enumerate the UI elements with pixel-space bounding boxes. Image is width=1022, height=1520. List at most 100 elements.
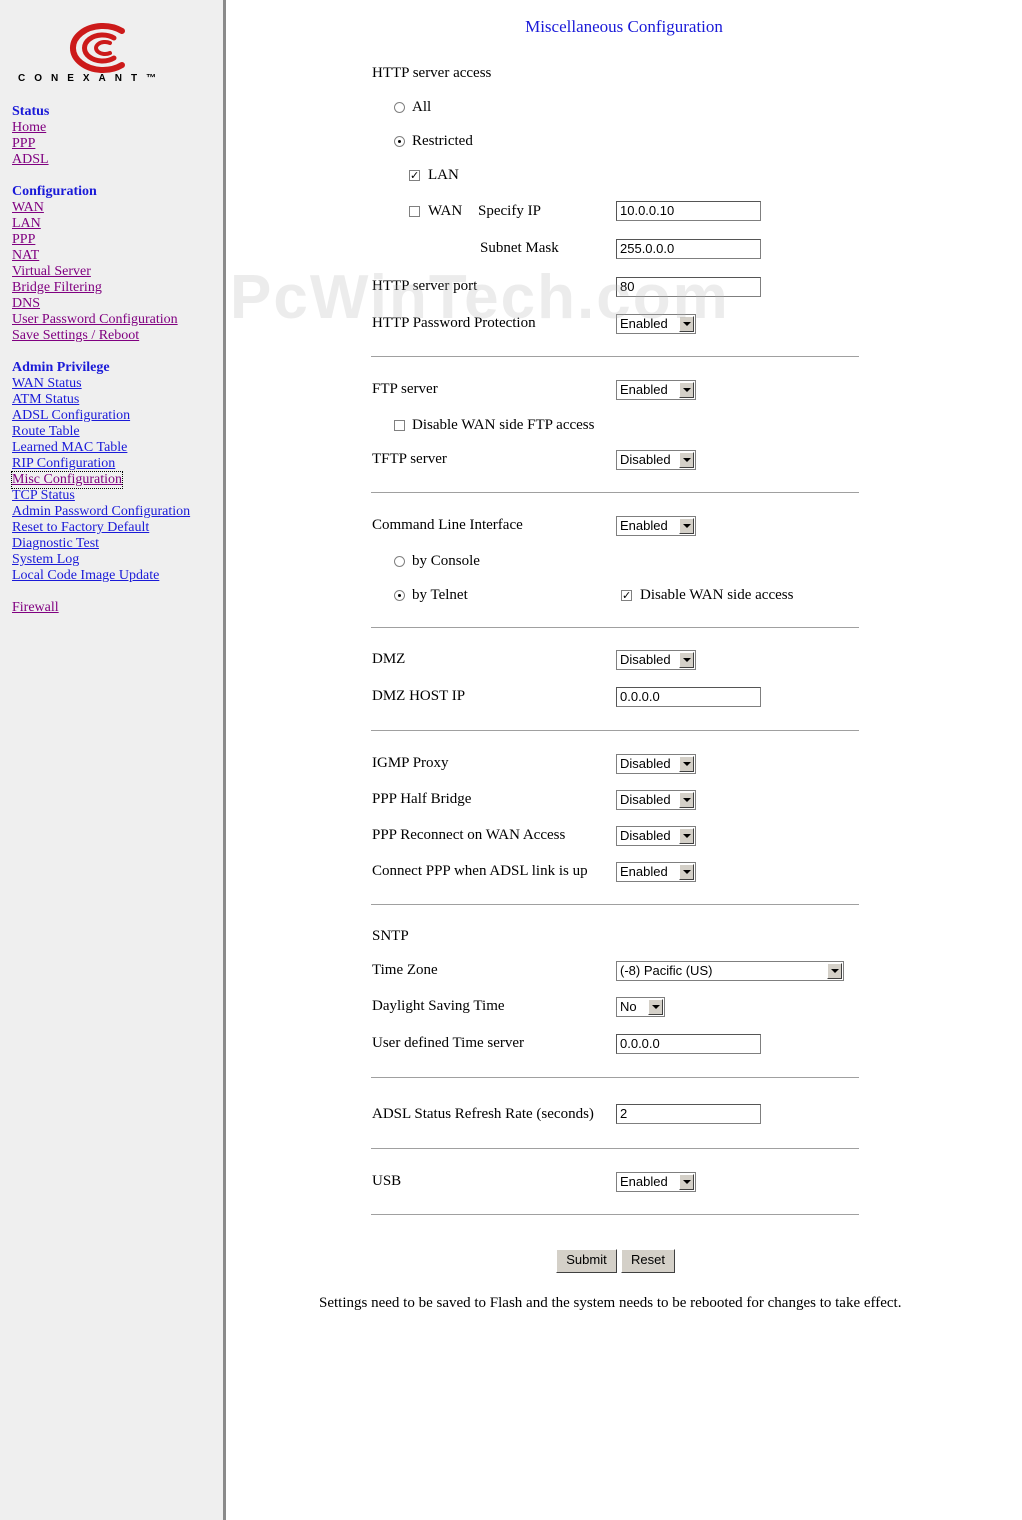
time-server-input[interactable]: 0.0.0.0: [616, 1034, 761, 1054]
chevron-down-icon: [679, 828, 694, 844]
dmz-select[interactable]: Disabled: [616, 650, 696, 670]
tftp-server-value: Disabled: [620, 452, 671, 467]
dmz-host-ip-label: DMZ HOST IP: [372, 688, 466, 704]
nav-link-ppp[interactable]: PPP: [12, 232, 178, 248]
brand-logo-text: CONEXANT™: [18, 73, 166, 84]
specify-ip-input[interactable]: 10.0.0.10: [616, 201, 761, 221]
nav-link-wan-status[interactable]: WAN Status: [12, 376, 190, 392]
cli-disable-wan-label: Disable WAN side access: [640, 587, 794, 603]
nav-link-misc-configuration[interactable]: Misc Configuration: [10, 471, 124, 489]
ppp-half-bridge-select[interactable]: Disabled: [616, 790, 696, 810]
connect-ppp-label: Connect PPP when ADSL link is up: [372, 863, 588, 879]
cli-telnet-radio[interactable]: [394, 590, 405, 601]
chevron-down-icon: [679, 382, 694, 398]
timezone-label: Time Zone: [372, 962, 438, 978]
ppp-half-bridge-value: Disabled: [620, 792, 671, 807]
http-access-label: HTTP server access: [372, 65, 492, 81]
adsl-refresh-input[interactable]: 2: [616, 1104, 761, 1124]
ppp-half-bridge-label: PPP Half Bridge: [372, 791, 472, 807]
nav-link-admin-password[interactable]: Admin Password Configuration: [12, 504, 190, 520]
admin-nav: Admin Privilege WAN Status ATM Status AD…: [10, 360, 190, 584]
http-access-all-label: All: [412, 99, 432, 115]
nav-link-home[interactable]: Home: [12, 120, 49, 136]
reset-button[interactable]: Reset: [621, 1249, 675, 1273]
ftp-server-label: FTP server: [372, 381, 438, 397]
cli-console-label: by Console: [412, 553, 480, 569]
nav-link-atm-status[interactable]: ATM Status: [12, 392, 190, 408]
chevron-down-icon: [679, 756, 694, 772]
nav-link-diagnostic-test[interactable]: Diagnostic Test: [12, 536, 190, 552]
tftp-server-label: TFTP server: [372, 451, 447, 467]
nav-link-nat[interactable]: NAT: [12, 248, 178, 264]
ppp-reconnect-label: PPP Reconnect on WAN Access: [372, 827, 566, 843]
usb-select[interactable]: Enabled: [616, 1172, 696, 1192]
usb-label: USB: [372, 1173, 402, 1189]
http-lan-checkbox[interactable]: ✓: [409, 170, 420, 181]
chevron-down-icon: [679, 864, 694, 880]
nav-link-rip-configuration[interactable]: RIP Configuration: [12, 456, 190, 472]
nav-link-lan[interactable]: LAN: [12, 216, 178, 232]
nav-link-learned-mac-table[interactable]: Learned MAC Table: [12, 440, 190, 456]
watermark: PcWinTech.com: [230, 263, 730, 332]
http-wan-checkbox[interactable]: [409, 206, 420, 217]
dmz-label: DMZ: [372, 651, 406, 667]
subnet-mask-input[interactable]: 255.0.0.0: [616, 239, 761, 259]
divider: [371, 1077, 859, 1079]
http-access-restricted-label: Restricted: [412, 133, 473, 149]
cli-disable-wan-checkbox[interactable]: ✓: [621, 590, 632, 601]
divider: [371, 356, 859, 358]
http-access-restricted-radio[interactable]: [394, 136, 405, 147]
nav-link-adsl-configuration[interactable]: ADSL Configuration: [12, 408, 190, 424]
chevron-down-icon: [679, 518, 694, 534]
specify-ip-label: Specify IP: [478, 203, 541, 219]
igmp-proxy-select[interactable]: Disabled: [616, 754, 696, 774]
nav-link-firewall[interactable]: Firewall: [12, 600, 59, 616]
status-heading: Status: [12, 104, 50, 119]
ftp-server-select[interactable]: Enabled: [616, 380, 696, 400]
divider: [371, 1148, 859, 1150]
sntp-label: SNTP: [372, 928, 409, 944]
http-access-all-radio[interactable]: [394, 102, 405, 113]
submit-button[interactable]: Submit: [556, 1249, 617, 1273]
cli-console-radio[interactable]: [394, 556, 405, 567]
subnet-mask-label: Subnet Mask: [480, 240, 559, 256]
ppp-reconnect-select[interactable]: Disabled: [616, 826, 696, 846]
sidebar: CONEXANT™ Status Home PPP ADSL Configura…: [0, 0, 226, 1520]
nav-link-bridge-filtering[interactable]: Bridge Filtering: [12, 280, 178, 296]
nav-link-route-table[interactable]: Route Table: [12, 424, 190, 440]
divider: [371, 492, 859, 494]
http-wan-label: WAN: [428, 203, 463, 219]
ftp-server-value: Enabled: [620, 382, 668, 397]
nav-link-adsl-status[interactable]: ADSL: [12, 152, 49, 168]
disable-wan-ftp-checkbox[interactable]: [394, 420, 405, 431]
connect-ppp-select[interactable]: Enabled: [616, 862, 696, 882]
nav-link-user-password[interactable]: User Password Configuration: [12, 312, 178, 328]
nav-link-system-log[interactable]: System Log: [12, 552, 190, 568]
dst-label: Daylight Saving Time: [372, 998, 505, 1014]
nav-link-ppp-status[interactable]: PPP: [12, 136, 49, 152]
page-title: Miscellaneous Configuration: [525, 17, 723, 36]
nav-link-code-image-update[interactable]: Local Code Image Update: [12, 568, 190, 584]
main-content: Miscellaneous Configuration HTTP server …: [226, 0, 1022, 1520]
nav-link-virtual-server[interactable]: Virtual Server: [12, 264, 178, 280]
cli-telnet-label: by Telnet: [412, 587, 468, 603]
dst-select[interactable]: No: [616, 997, 665, 1017]
cli-select[interactable]: Enabled: [616, 516, 696, 536]
status-nav: Status Home PPP ADSL: [12, 104, 49, 168]
igmp-proxy-value: Disabled: [620, 756, 671, 771]
dmz-host-ip-input[interactable]: 0.0.0.0: [616, 687, 761, 707]
nav-link-wan[interactable]: WAN: [12, 200, 178, 216]
nav-link-tcp-status[interactable]: TCP Status: [12, 488, 190, 504]
timezone-value: (-8) Pacific (US): [620, 963, 713, 978]
dst-value: No: [620, 999, 637, 1014]
divider: [371, 730, 859, 732]
nav-link-dns[interactable]: DNS: [12, 296, 178, 312]
disable-wan-ftp-label: Disable WAN side FTP access: [412, 417, 595, 433]
nav-link-reset-factory[interactable]: Reset to Factory Default: [12, 520, 190, 536]
http-lan-label: LAN: [428, 167, 459, 183]
config-nav: Configuration WAN LAN PPP NAT Virtual Se…: [12, 184, 178, 344]
tftp-server-select[interactable]: Disabled: [616, 450, 696, 470]
admin-privilege-heading: Admin Privilege: [12, 360, 110, 375]
timezone-select[interactable]: (-8) Pacific (US): [616, 961, 844, 981]
nav-link-save-settings[interactable]: Save Settings / Reboot: [12, 328, 178, 344]
